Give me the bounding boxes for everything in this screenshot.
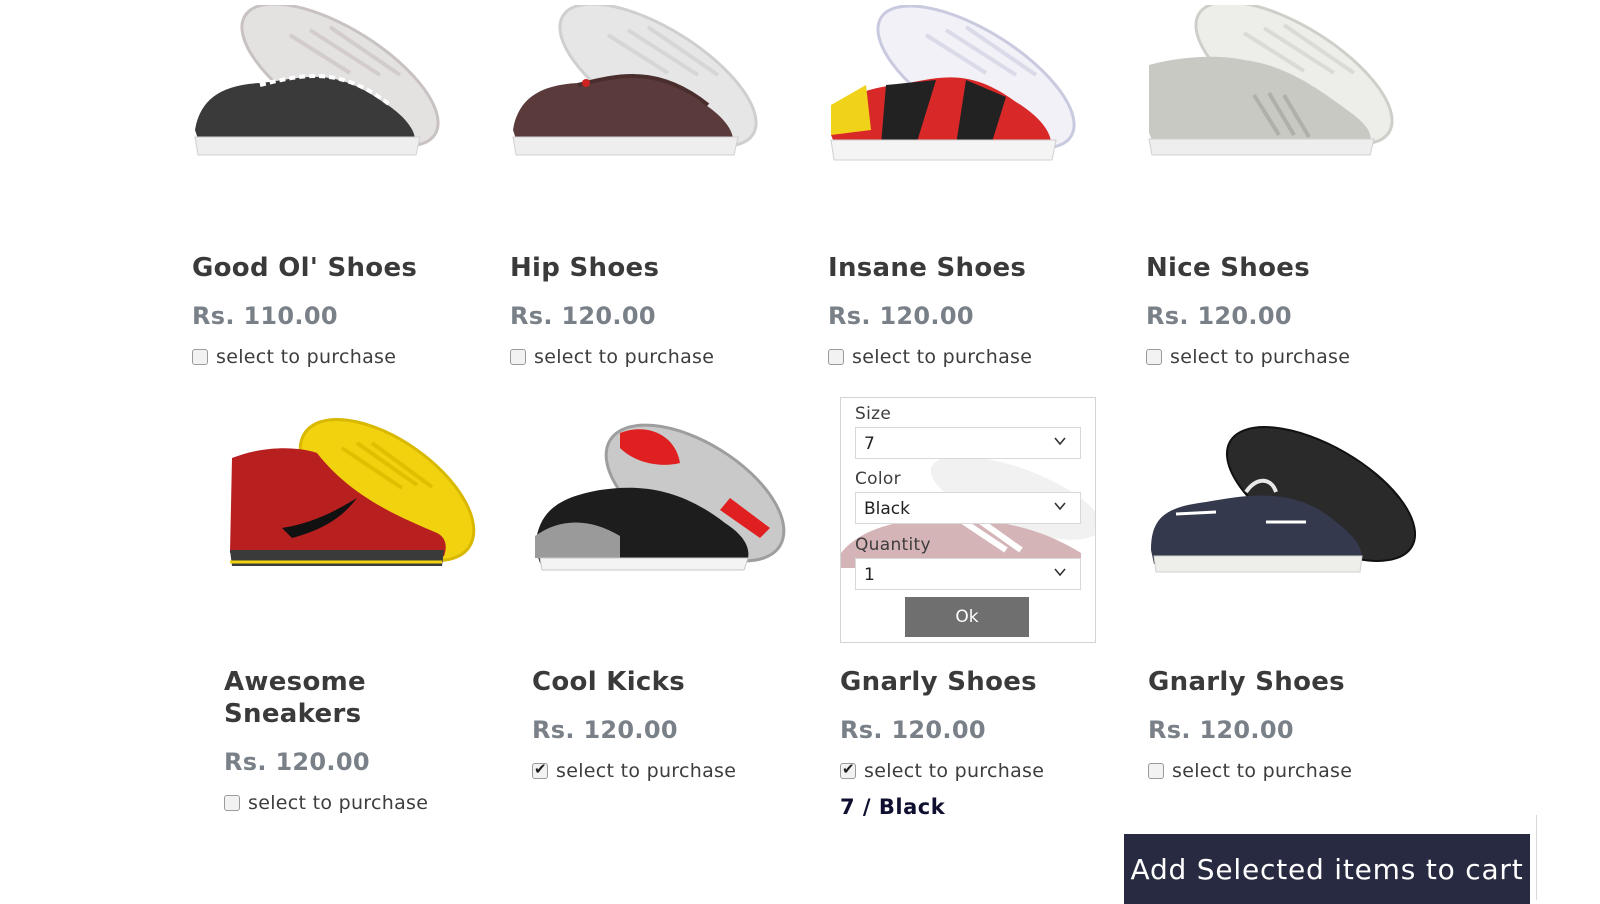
color-label: Color	[855, 469, 901, 489]
size-label: Size	[855, 404, 892, 424]
product-image-cool-kicks[interactable]	[530, 418, 800, 578]
select-to-purchase-checkbox[interactable]: select to purchase	[510, 346, 714, 368]
product-price: Rs. 110.00	[192, 302, 338, 330]
checkbox-icon[interactable]	[224, 795, 240, 811]
select-to-purchase-checkbox[interactable]: select to purchase	[1148, 760, 1352, 782]
quantity-value: 1	[864, 565, 875, 585]
select-label: select to purchase	[248, 792, 429, 814]
select-label: select to purchase	[534, 346, 715, 368]
product-price: Rs. 120.00	[510, 302, 656, 330]
product-image-insane-shoes[interactable]	[826, 5, 1106, 170]
checkbox-icon[interactable]	[828, 349, 844, 365]
select-label: select to purchase	[216, 346, 397, 368]
checkbox-icon[interactable]	[1148, 763, 1164, 779]
product-name: Gnarly Shoes	[1148, 667, 1345, 697]
product-name: Cool Kicks	[532, 667, 686, 697]
checkbox-icon[interactable]	[510, 349, 526, 365]
checkbox-icon[interactable]	[840, 760, 856, 779]
size-select[interactable]: 7	[855, 427, 1081, 459]
size-value: 7	[864, 434, 875, 454]
select-label: select to purchase	[852, 346, 1033, 368]
selected-variant: 7 / Black	[840, 795, 946, 819]
product-image-gnarly-shoes[interactable]	[1146, 422, 1416, 582]
checkbox-icon[interactable]	[1146, 349, 1162, 365]
select-label: select to purchase	[556, 760, 737, 782]
select-to-purchase-checkbox[interactable]: select to purchase	[532, 760, 736, 782]
color-select[interactable]: Black	[855, 492, 1081, 524]
color-value: Black	[864, 499, 910, 519]
add-selected-to-cart-button[interactable]: Add Selected items to cart	[1124, 834, 1530, 904]
product-name: Nice Shoes	[1146, 253, 1310, 283]
product-price: Rs. 120.00	[1146, 302, 1292, 330]
chevron-down-icon	[1054, 568, 1066, 577]
product-image-nice-shoes[interactable]	[1144, 5, 1424, 165]
quantity-label: Quantity	[855, 535, 931, 555]
select-label: select to purchase	[1170, 346, 1351, 368]
product-name: Hip Shoes	[510, 253, 660, 283]
select-to-purchase-checkbox[interactable]: select to purchase	[192, 346, 396, 368]
product-price: Rs. 120.00	[828, 302, 974, 330]
product-name: Good Ol' Shoes	[192, 253, 418, 283]
select-to-purchase-checkbox[interactable]: select to purchase	[828, 346, 1032, 368]
product-name: Insane Shoes	[828, 253, 1027, 283]
chevron-down-icon	[1054, 502, 1066, 511]
quantity-select[interactable]: 1	[855, 558, 1081, 590]
product-name: Awesome Sneakers	[224, 667, 366, 729]
select-to-purchase-checkbox[interactable]: select to purchase	[840, 760, 1044, 782]
checkbox-icon[interactable]	[192, 349, 208, 365]
chevron-down-icon	[1054, 437, 1066, 446]
product-image-awesome-sneakers[interactable]	[222, 418, 492, 578]
product-price: Rs. 120.00	[224, 748, 370, 776]
checkbox-icon[interactable]	[532, 760, 548, 779]
divider	[1536, 815, 1537, 900]
select-to-purchase-checkbox[interactable]: select to purchase	[224, 792, 428, 814]
product-options-popup: Size 7 Color Black Quantity 1 Ok	[840, 397, 1096, 643]
select-label: select to purchase	[1172, 760, 1353, 782]
select-label: select to purchase	[864, 760, 1045, 782]
product-image-good-ol-shoes[interactable]	[190, 5, 470, 165]
select-to-purchase-checkbox[interactable]: select to purchase	[1146, 346, 1350, 368]
product-price: Rs. 120.00	[1148, 716, 1294, 744]
product-price: Rs. 120.00	[532, 716, 678, 744]
product-price: Rs. 120.00	[840, 716, 986, 744]
ok-button[interactable]: Ok	[905, 597, 1029, 637]
product-name: Gnarly Shoes	[840, 667, 1037, 697]
product-image-hip-shoes[interactable]	[508, 5, 788, 165]
